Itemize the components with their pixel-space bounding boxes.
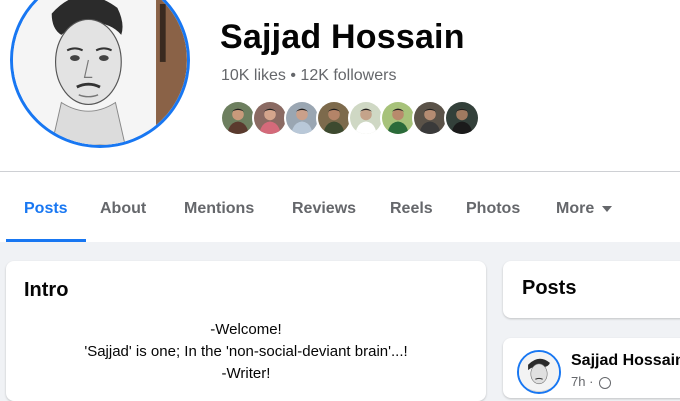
post-item: Sajjad Hossain 7h ·	[503, 338, 680, 398]
sketch-portrait-icon	[13, 0, 187, 145]
intro-title: Intro	[24, 279, 69, 301]
friend-avatar[interactable]	[252, 100, 288, 136]
caret-down-icon	[602, 205, 613, 212]
person-icon	[382, 102, 414, 134]
author-portrait-icon	[519, 352, 559, 392]
person-icon	[222, 102, 254, 134]
friend-avatar[interactable]	[220, 100, 256, 136]
posts-panel: Posts	[503, 261, 680, 318]
friend-avatar[interactable]	[412, 100, 448, 136]
person-icon	[350, 102, 382, 134]
tab-more-label: More	[556, 200, 595, 217]
posts-panel-title: Posts	[522, 277, 577, 299]
tab-mentions[interactable]: Mentions	[184, 172, 254, 242]
friend-avatar[interactable]	[348, 100, 384, 136]
bio-line: -Welcome!	[210, 321, 282, 338]
intro-bio: -Welcome! 'Sajjad' is one; In the 'non-s…	[6, 319, 486, 385]
person-icon	[286, 102, 318, 134]
friend-avatar[interactable]	[380, 100, 416, 136]
profile-picture[interactable]	[10, 0, 190, 148]
person-icon	[414, 102, 446, 134]
intro-card: Intro -Welcome! 'Sajjad' is one; In the …	[6, 261, 486, 401]
friend-avatar[interactable]	[444, 100, 480, 136]
tab-photos[interactable]: Photos	[466, 172, 520, 242]
person-icon	[254, 102, 286, 134]
tab-reviews[interactable]: Reviews	[292, 172, 356, 242]
friend-avatars[interactable]	[220, 100, 490, 136]
post-time: 7h ·	[571, 374, 594, 389]
bio-line: -Writer!	[221, 365, 271, 382]
post-author-avatar[interactable]	[517, 350, 561, 394]
profile-stats[interactable]: 10K likes • 12K followers	[221, 67, 396, 85]
post-author-name[interactable]: Sajjad Hossain	[571, 352, 680, 370]
profile-tabs: Posts About Mentions Reviews Reels Photo…	[0, 172, 680, 242]
profile-header: Sajjad Hossain 10K likes • 12K followers…	[0, 0, 680, 242]
tab-posts[interactable]: Posts	[6, 172, 85, 242]
friend-avatar[interactable]	[316, 100, 352, 136]
tab-about[interactable]: About	[100, 172, 146, 242]
profile-name: Sajjad Hossain	[220, 18, 465, 56]
bio-line: 'Sajjad' is one; In the 'non-social-devi…	[84, 343, 408, 360]
person-icon	[446, 102, 478, 134]
post-meta[interactable]: 7h ·	[571, 374, 612, 389]
tab-reels[interactable]: Reels	[390, 172, 433, 242]
tab-more[interactable]: More	[556, 172, 613, 242]
person-icon	[318, 102, 350, 134]
friend-avatar[interactable]	[284, 100, 320, 136]
